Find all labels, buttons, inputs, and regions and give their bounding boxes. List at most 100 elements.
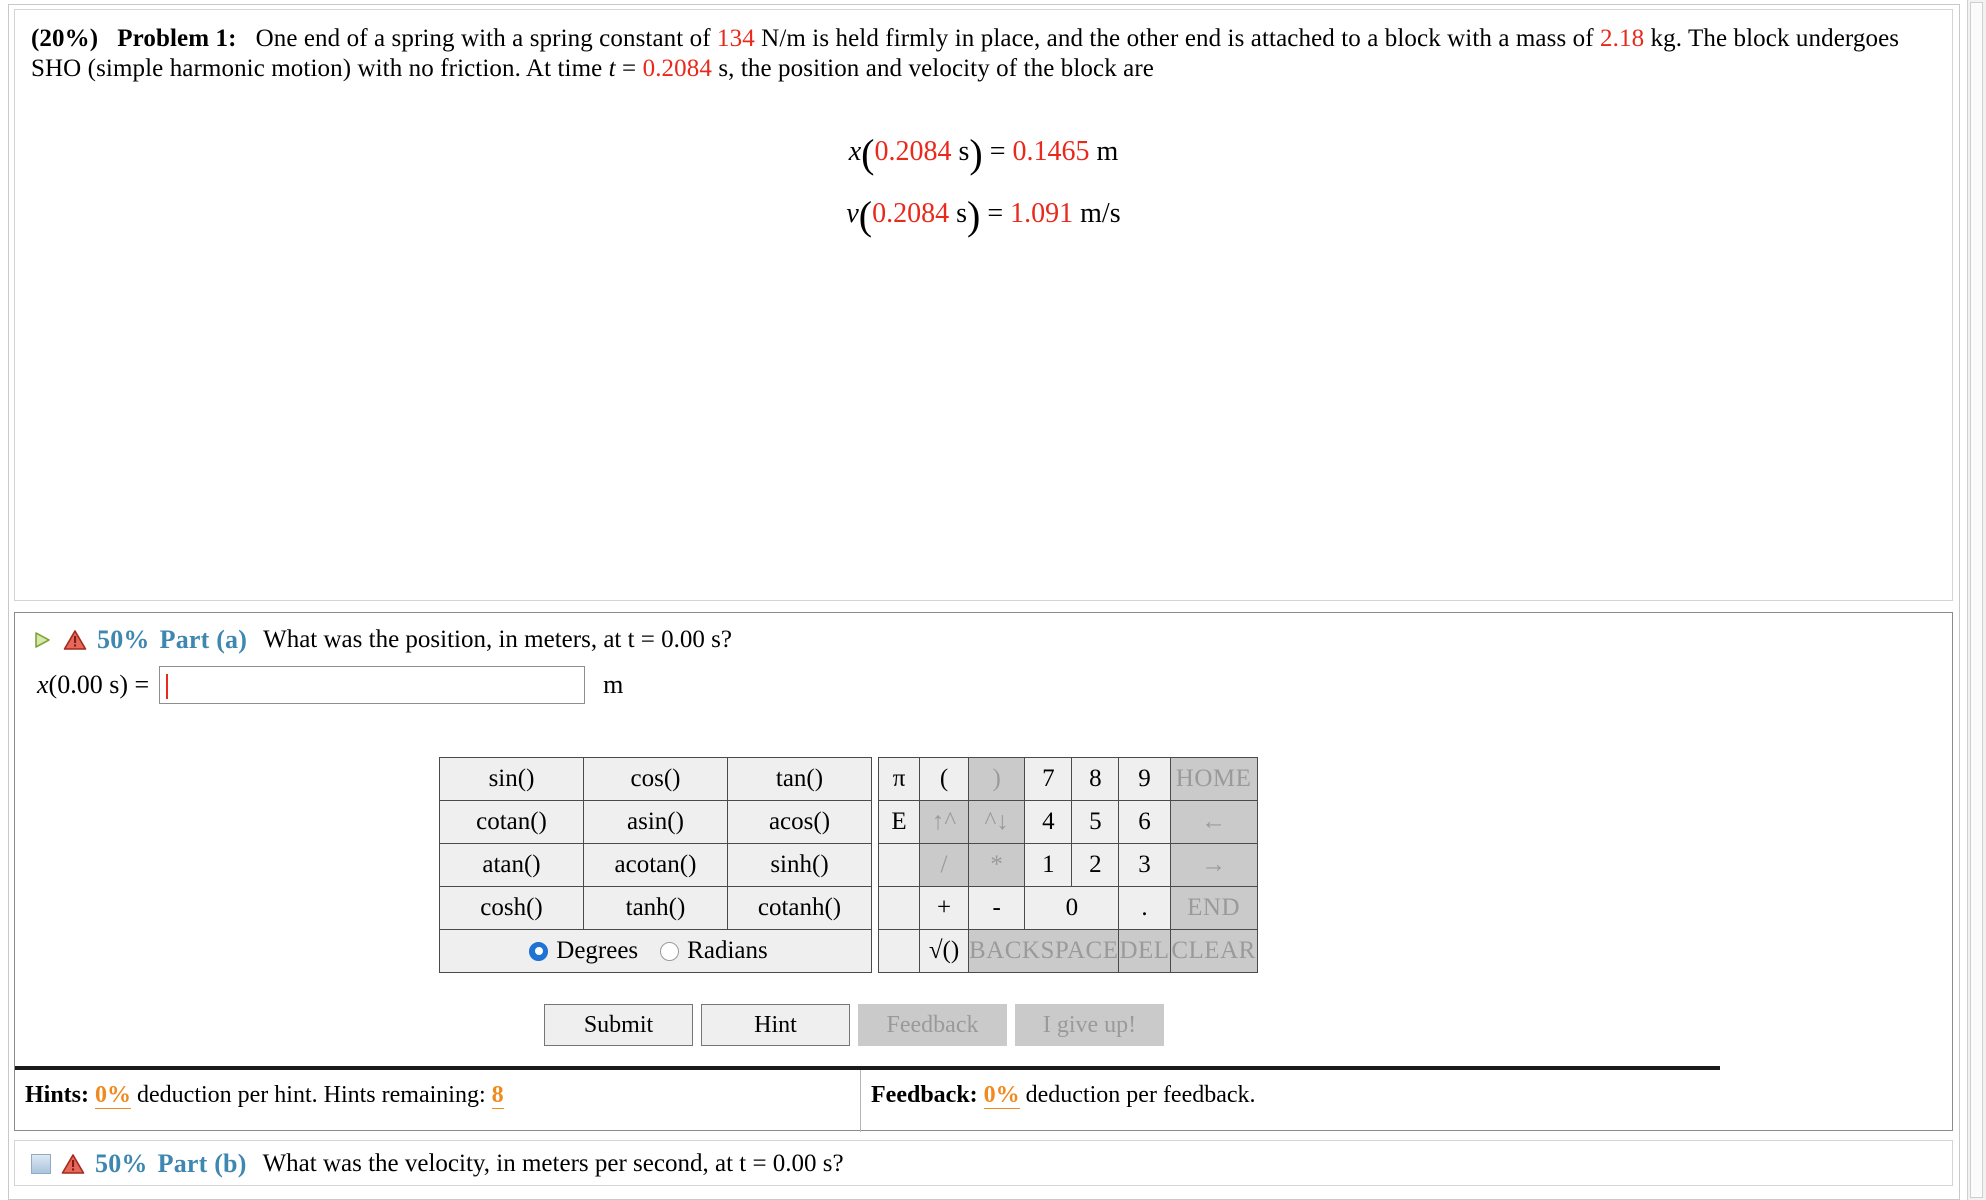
keypad-key-pi[interactable]: π <box>878 757 920 801</box>
keypad-key-blank-2[interactable] <box>878 886 920 930</box>
keypad-key-subscript[interactable]: ^↓ <box>967 800 1026 844</box>
keypad-key-blank-1[interactable] <box>878 843 920 887</box>
problem-sentence2b: s, the position and velocity of the bloc… <box>711 54 1154 82</box>
keypad-key-sin[interactable]: sin() <box>439 757 584 801</box>
keypad-key-9[interactable]: 9 <box>1118 757 1171 801</box>
problem-sentence1b: N/m is held firmly in place, and the oth… <box>754 25 1601 52</box>
equation-position-arg-unit: s <box>958 136 970 167</box>
degrees-radio[interactable] <box>529 941 549 961</box>
keypad-key-rparen[interactable]: ) <box>967 757 1026 801</box>
keypad-key-cotan[interactable]: cotan() <box>439 800 584 844</box>
hints-text: deduction per hint. Hints remaining: <box>131 1082 492 1108</box>
keypad-key-decimal[interactable]: . <box>1118 886 1171 930</box>
submit-button[interactable]: Submit <box>544 1004 693 1046</box>
keypad-mode-row: Degrees Radians <box>439 929 872 973</box>
keypad-key-lparen[interactable]: ( <box>919 757 969 801</box>
hints-info: Hints: 0% deduction per hint. Hints rema… <box>15 1070 861 1132</box>
hint-button[interactable]: Hint <box>701 1004 850 1046</box>
equation-velocity-fn: v <box>846 198 859 229</box>
part-b-panel[interactable]: 50% Part (b) What was the velocity, in m… <box>14 1140 1953 1186</box>
keypad-key-atan[interactable]: atan() <box>439 843 584 887</box>
radians-radio[interactable] <box>660 941 680 961</box>
keypad-key-arrow-left[interactable]: ← <box>1169 800 1258 844</box>
keypad-key-6[interactable]: 6 <box>1118 800 1171 844</box>
keypad-key-cotanh[interactable]: cotanh() <box>727 886 872 930</box>
problem-percent: (20%) <box>31 25 99 52</box>
part-a-question: What was the position, in meters, at t =… <box>263 626 732 653</box>
page-scrollbar[interactable] <box>1967 0 1986 1200</box>
keypad-key-cos[interactable]: cos() <box>583 757 728 801</box>
keypad-key-sinh[interactable]: sinh() <box>727 843 872 887</box>
calculator-keypad: sin() cos() tan() cotan() asin() acos() … <box>439 757 1258 973</box>
keypad-key-plus[interactable]: + <box>919 886 969 930</box>
keypad-fn-row: atan() acotan() sinh() <box>439 843 872 887</box>
collapsed-square-icon[interactable] <box>31 1154 51 1174</box>
keypad-key-tan[interactable]: tan() <box>727 757 872 801</box>
keypad-key-backspace[interactable]: BACKSPACE <box>967 929 1120 973</box>
keypad-key-1[interactable]: 1 <box>1024 843 1073 887</box>
keypad-key-7[interactable]: 7 <box>1024 757 1073 801</box>
warning-triangle-icon <box>61 1153 85 1175</box>
keypad-key-acos[interactable]: acos() <box>727 800 872 844</box>
keypad-key-2[interactable]: 2 <box>1071 843 1120 887</box>
keypad-key-exponent-e[interactable]: E <box>878 800 920 844</box>
keypad-key-superscript[interactable]: ↑^ <box>919 800 969 844</box>
keypad-key-multiply[interactable]: * <box>967 843 1026 887</box>
keypad-key-0[interactable]: 0 <box>1024 886 1120 930</box>
equation-position: x(0.2084 s) = 0.1465 m <box>848 131 1119 176</box>
given-equations: x(0.2084 s) = 0.1465 m v(0.2084 s) = 1.0… <box>31 123 1936 247</box>
equation-position-fn: x <box>848 136 862 167</box>
part-a-title: Part (a) <box>159 625 248 654</box>
equation-position-arg: 0.2084 <box>874 136 952 167</box>
action-buttons: Submit Hint Feedback I give up! <box>544 1004 1164 1046</box>
time-value: 0.2084 <box>642 54 712 82</box>
keypad-key-sqrt[interactable]: √() <box>919 929 969 973</box>
keypad-functions-table: sin() cos() tan() cotan() asin() acos() … <box>439 757 872 973</box>
keypad-key-asin[interactable]: asin() <box>583 800 728 844</box>
keypad-key-divide[interactable]: / <box>919 843 969 887</box>
feedback-info: Feedback: 0% deduction per feedback. <box>861 1070 1720 1132</box>
part-b-header[interactable]: 50% Part (b) What was the velocity, in m… <box>31 1149 844 1179</box>
hints-feedback-bar: Hints: 0% deduction per hint. Hints rema… <box>15 1066 1720 1132</box>
feedback-button[interactable]: Feedback <box>858 1004 1007 1046</box>
equation-velocity-value: 1.091 <box>1010 198 1074 229</box>
feedback-text: deduction per feedback. <box>1019 1082 1256 1108</box>
equation-velocity-unit: m/s <box>1080 198 1121 229</box>
equation-velocity: v(0.2084 s) = 1.091 m/s <box>846 193 1121 238</box>
keypad-key-acotan[interactable]: acotan() <box>583 843 728 887</box>
equation-velocity-arg: 0.2084 <box>872 198 950 229</box>
keypad-key-clear[interactable]: CLEAR <box>1169 929 1258 973</box>
hints-label: Hints: <box>25 1082 90 1108</box>
keypad-key-blank-3[interactable] <box>878 929 920 973</box>
problem-statement-text: (20%) Problem 1: One end of a spring wit… <box>31 24 1936 83</box>
part-a-panel: 50% Part (a) What was the position, in m… <box>14 612 1953 1132</box>
keypad-key-4[interactable]: 4 <box>1024 800 1073 844</box>
part-a-percent: 50% <box>97 625 150 654</box>
keypad-key-end[interactable]: END <box>1169 886 1258 930</box>
degrees-label: Degrees <box>556 937 639 964</box>
keypad-key-3[interactable]: 3 <box>1118 843 1171 887</box>
equation-position-unit: m <box>1096 136 1119 167</box>
play-triangle-icon[interactable] <box>31 629 53 651</box>
keypad-key-cosh[interactable]: cosh() <box>439 886 584 930</box>
spring-constant-value: 134 <box>717 25 755 52</box>
warning-triangle-icon <box>63 629 87 651</box>
part-a-header[interactable]: 50% Part (a) What was the position, in m… <box>31 625 732 655</box>
scrollbar-thumb[interactable] <box>1970 2 1983 1198</box>
problem-sentence1a: One end of a spring with a spring consta… <box>255 25 718 52</box>
mass-value: 2.18 <box>1600 25 1645 52</box>
keypad-key-home[interactable]: HOME <box>1169 757 1258 801</box>
keypad-key-8[interactable]: 8 <box>1071 757 1120 801</box>
keypad-key-arrow-right[interactable]: → <box>1169 843 1258 887</box>
keypad-key-minus[interactable]: - <box>967 886 1026 930</box>
give-up-button[interactable]: I give up! <box>1015 1004 1164 1046</box>
answer-label-fn: x <box>37 670 49 699</box>
keypad-key-tanh[interactable]: tanh() <box>583 886 728 930</box>
part-b-percent: 50% <box>95 1149 148 1178</box>
keypad-key-del[interactable]: DEL <box>1118 929 1171 973</box>
keypad-key-5[interactable]: 5 <box>1071 800 1120 844</box>
radians-label: Radians <box>687 937 768 964</box>
equation-position-value: 0.1465 <box>1012 136 1090 167</box>
answer-input[interactable] <box>159 666 586 704</box>
part-b-question: What was the velocity, in meters per sec… <box>262 1150 844 1177</box>
